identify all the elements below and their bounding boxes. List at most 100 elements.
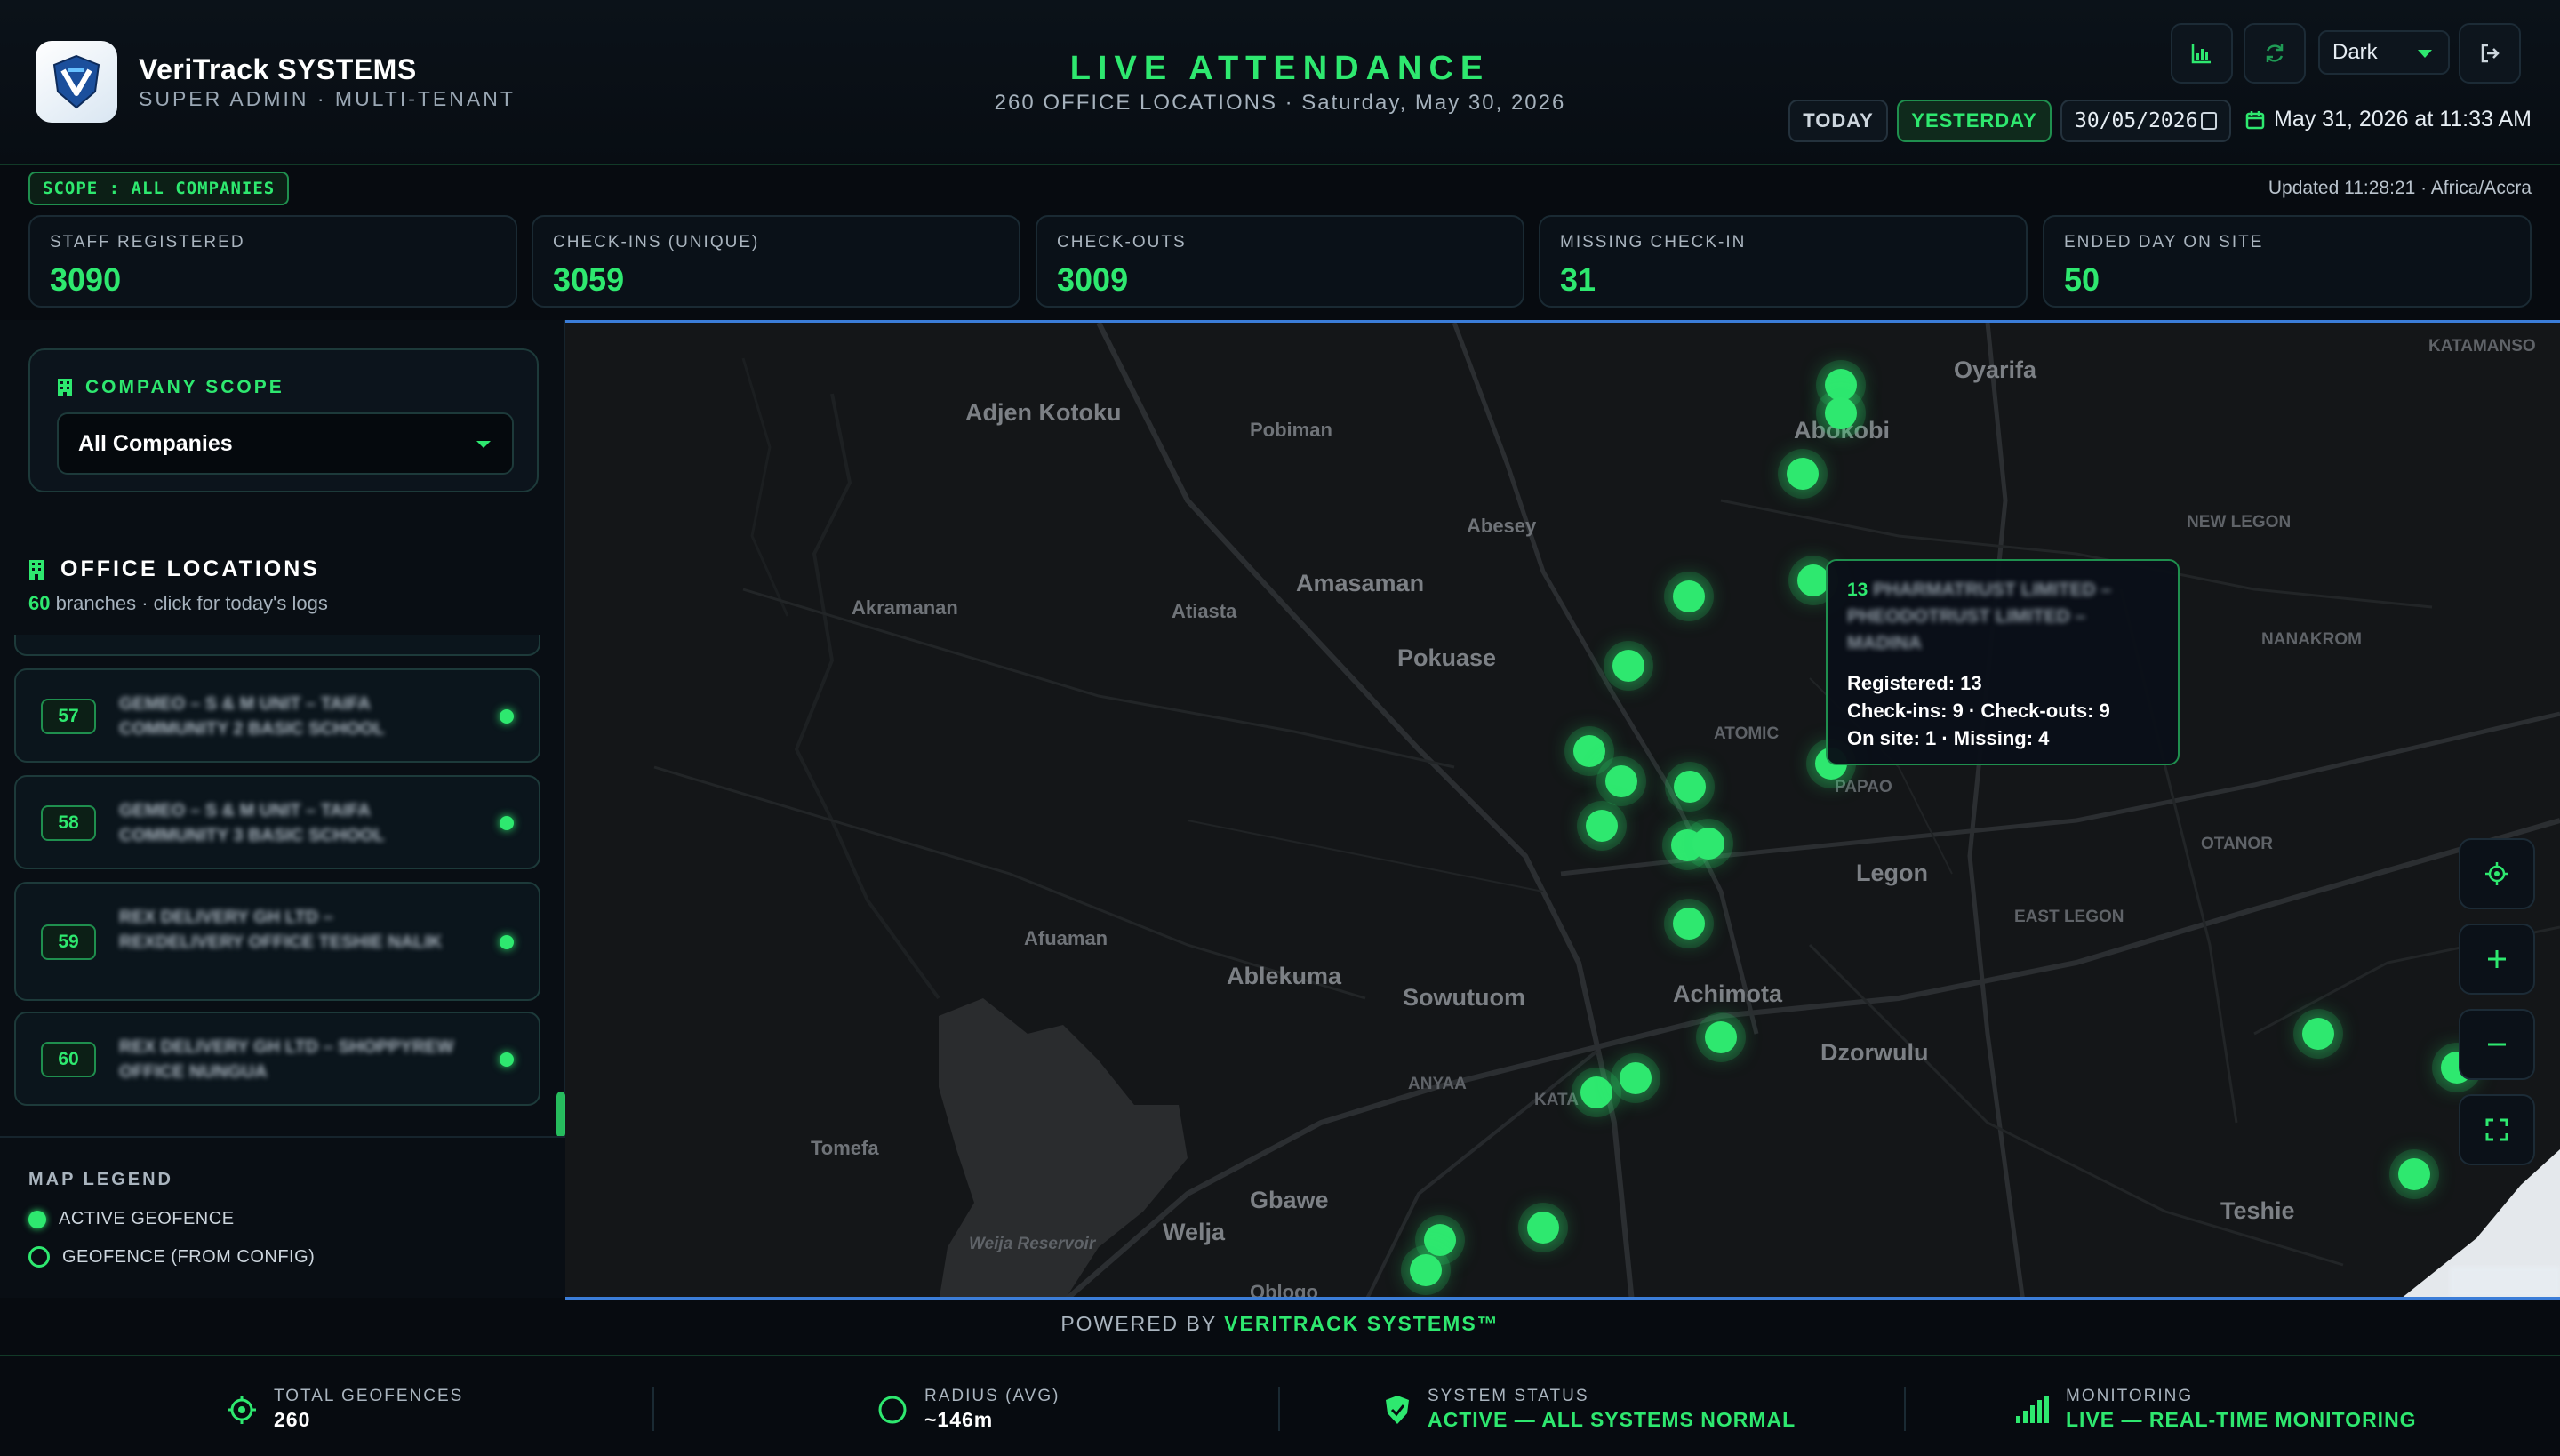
- map-place-label: NANAKROM: [2261, 630, 2362, 649]
- map-place-label: Teshie: [2220, 1197, 2295, 1224]
- footer-total-geofences: TOTAL GEOFENCES 260: [226, 1387, 463, 1432]
- zoom-in-button[interactable]: [2459, 924, 2535, 995]
- geofence-marker[interactable]: [1424, 1224, 1456, 1256]
- status-dot: [500, 1052, 514, 1067]
- legend-config-label: GEOFENCE (FROM CONFIG): [62, 1246, 316, 1267]
- geofence-marker[interactable]: [1410, 1254, 1442, 1286]
- map-place-label: Achimota: [1673, 980, 1783, 1007]
- location-name: GEMEO – S & M UNIT – TAIFA COMMUNITY 2 B…: [119, 694, 385, 739]
- page-title: LIVE ATTENDANCE: [1069, 50, 1491, 87]
- analytics-button[interactable]: [2171, 23, 2233, 84]
- geofence-marker[interactable]: [1673, 580, 1705, 612]
- footer-label: RADIUS (AVG): [924, 1387, 1060, 1405]
- geofence-marker[interactable]: [1586, 810, 1618, 842]
- updated-timestamp: Updated 11:28:21 · Africa/Accra: [2268, 178, 2532, 198]
- map-place-label: Ablekuma: [1227, 963, 1342, 989]
- circle-icon: [878, 1396, 907, 1423]
- map-legend-title: MAP LEGEND: [28, 1170, 173, 1189]
- company-scope-title: COMPANY SCOPE: [57, 377, 284, 398]
- chevron-down-icon: [476, 441, 491, 448]
- map-place-label: ATOMIC: [1714, 724, 1780, 743]
- geofence-marker[interactable]: [1797, 564, 1829, 596]
- geofence-marker[interactable]: [1605, 765, 1637, 797]
- geofence-marker[interactable]: [1825, 369, 1857, 401]
- tooltip-registered: Registered: 13: [1847, 672, 1982, 694]
- building-icon: [29, 559, 44, 580]
- tooltip-checks: Check-ins: 9 · Check-outs: 9: [1847, 700, 2110, 722]
- footer-value: ~146m: [924, 1408, 994, 1431]
- company-select[interactable]: All Companies: [57, 412, 514, 475]
- map-place-label: Pokuase: [1397, 644, 1497, 671]
- logout-button[interactable]: [2459, 23, 2521, 84]
- map-place-label: Abesey: [1467, 515, 1537, 537]
- list-item[interactable]: [14, 635, 540, 656]
- zoom-out-button[interactable]: [2459, 1009, 2535, 1080]
- stat-value: 3090: [50, 261, 122, 298]
- list-scrollbar[interactable]: [556, 1092, 565, 1138]
- map-place-label: Pobiman: [1250, 419, 1332, 441]
- map-place-label: Dzorwulu: [1820, 1039, 1929, 1066]
- status-dot: [500, 935, 514, 949]
- tooltip-location-name: PHARMATRUST LIMITED – PHEODOTRUST LIMITE…: [1847, 580, 2112, 653]
- footer-value: 260: [274, 1408, 311, 1431]
- refresh-button[interactable]: [2244, 23, 2306, 84]
- list-item[interactable]: 58 GEMEO – S & M UNIT – TAIFA COMMUNITY …: [14, 775, 540, 869]
- status-dot: [500, 709, 514, 724]
- geofence-marker[interactable]: [1573, 735, 1605, 767]
- location-number: 60: [41, 1042, 96, 1077]
- geofence-marker[interactable]: [1620, 1062, 1652, 1094]
- map-place-label: Weija Reservoir: [969, 1235, 1096, 1253]
- geofence-marker[interactable]: [1612, 650, 1644, 682]
- geofence-marker[interactable]: [1527, 1212, 1559, 1244]
- footer-label: MONITORING: [2066, 1387, 2194, 1405]
- logout-icon: [2481, 44, 2500, 63]
- geofence-marker[interactable]: [2398, 1158, 2430, 1190]
- legend-active-geofence: ACTIVE GEOFENCE: [28, 1209, 235, 1229]
- fullscreen-button[interactable]: [2459, 1094, 2535, 1165]
- calendar-picker-icon[interactable]: [2201, 112, 2217, 130]
- refresh-icon: [2266, 44, 2284, 62]
- current-datetime-text: May 31, 2026 at 11:33 AM: [2274, 107, 2532, 132]
- list-item[interactable]: 60 REX DELIVERY GH LTD – SHOPPYREW OFFIC…: [14, 1012, 540, 1106]
- crosshair-icon: [228, 1395, 256, 1424]
- geofence-marker[interactable]: [1674, 771, 1706, 803]
- geofence-marker[interactable]: [1705, 1021, 1737, 1053]
- geofence-marker[interactable]: [1692, 828, 1724, 860]
- signal-bars-icon: [2016, 1395, 2049, 1423]
- today-button[interactable]: TODAY: [1788, 100, 1888, 142]
- footer-value: LIVE — REAL-TIME MONITORING: [2066, 1408, 2417, 1431]
- calendar-icon: [2245, 110, 2265, 129]
- geofence-marker[interactable]: [1673, 908, 1705, 940]
- theme-select[interactable]: Dark: [2318, 30, 2450, 75]
- map-attribution[interactable]: [2450, 1267, 2560, 1297]
- location-number: 58: [41, 805, 96, 841]
- zoom-out-icon: [2488, 1043, 2506, 1046]
- office-locations-label: OFFICE LOCATIONS: [60, 556, 320, 581]
- locate-button[interactable]: [2459, 838, 2535, 909]
- map-legend: MAP LEGEND ACTIVE GEOFENCE GEOFENCE (FRO…: [0, 1136, 565, 1298]
- geofence-marker[interactable]: [1580, 1076, 1612, 1108]
- map-view[interactable]: Adjen Kotoku Pobiman Oyarifa Abokobi KAT…: [565, 320, 2560, 1300]
- map-place-label: Gbawe: [1250, 1187, 1329, 1213]
- map-place-label: Oblogo: [1250, 1281, 1318, 1300]
- stat-value: 31: [1560, 261, 1596, 298]
- geofence-marker[interactable]: [1825, 397, 1857, 429]
- stat-value: 3059: [553, 261, 625, 298]
- tooltip-onsite: On site: 1 · Missing: 4: [1847, 727, 2050, 749]
- date-input[interactable]: 30/05/2026: [2060, 100, 2231, 142]
- map-place-label: Afuaman: [1024, 927, 1108, 949]
- geofence-marker[interactable]: [1787, 458, 1819, 490]
- powered-prefix: POWERED BY: [1060, 1312, 1225, 1335]
- stat-check-outs: CHECK-OUTS 3009: [1036, 215, 1524, 308]
- geofence-marker[interactable]: [2302, 1018, 2334, 1050]
- map-place-label: Tomefa: [811, 1137, 879, 1159]
- locate-icon: [2485, 862, 2508, 885]
- stat-value: 3009: [1057, 261, 1129, 298]
- footer-divider: [652, 1387, 654, 1431]
- yesterday-button[interactable]: YESTERDAY: [1897, 100, 2052, 142]
- map-place-label: Legon: [1856, 860, 1928, 886]
- list-item[interactable]: 59 REX DELIVERY GH LTD – REXDELIVERY OFF…: [14, 882, 540, 1001]
- stat-check-ins: CHECK-INS (UNIQUE) 3059: [532, 215, 1020, 308]
- list-item[interactable]: 57 GEMEO – S & M UNIT – TAIFA COMMUNITY …: [14, 668, 540, 763]
- powered-brand: VERITRACK SYSTEMS™: [1224, 1312, 1500, 1335]
